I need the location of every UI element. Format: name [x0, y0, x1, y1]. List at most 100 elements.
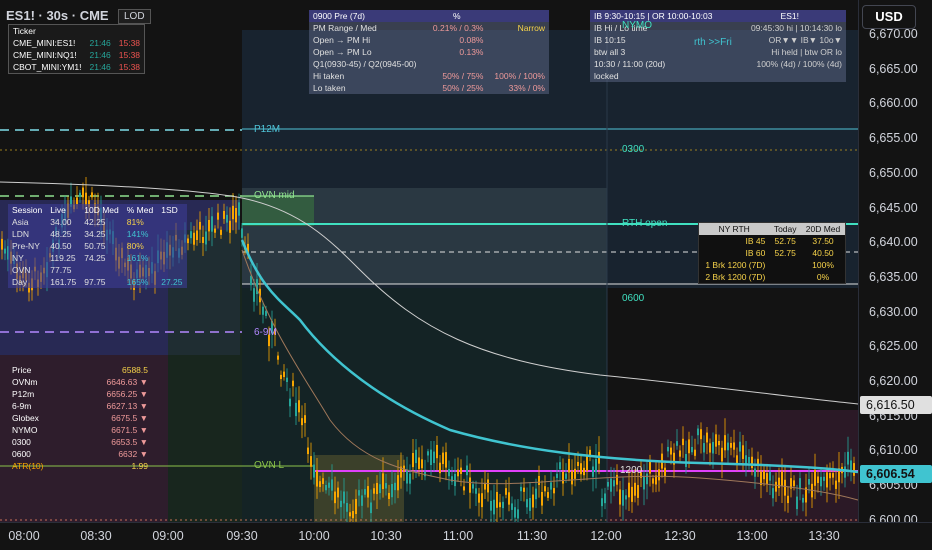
candle-body	[535, 488, 537, 500]
session-row: Asia 34.00 42.25 81%	[8, 216, 187, 228]
rth-cell: 1 Brk 1200 (7D)	[705, 260, 766, 270]
lod-label[interactable]: LOD	[118, 9, 151, 24]
candle-body	[502, 501, 504, 509]
ib-header: ES1!	[780, 11, 799, 21]
candle-body	[697, 428, 699, 436]
candle-body	[322, 478, 324, 484]
level-row: Globex 6675.5 ▼	[8, 412, 152, 424]
session-cell: 50.75	[84, 241, 106, 251]
pre-header: 0900 Pre (7d)	[313, 11, 365, 21]
candle-body	[208, 220, 210, 232]
candle-body	[766, 473, 768, 485]
rth-cell: 2 Brk 1200 (7D)	[705, 272, 766, 282]
candle-body	[571, 471, 573, 485]
session-cell: 80%	[126, 241, 144, 251]
premarket-table: 0900 Pre (7d)% PM Range / Med 0.21% / 0.3…	[309, 10, 549, 94]
candle-body	[802, 497, 804, 503]
candle-body	[385, 483, 387, 489]
candle-body	[646, 473, 648, 485]
level-value: 6632 ▼	[118, 449, 148, 459]
candle-body	[217, 212, 219, 220]
session-row: LDN 48.25 34.25 141%	[8, 228, 187, 240]
price-axis[interactable]: 6,670.00 6,665.00 6,660.00 6,655.00 6,650.00…	[858, 0, 932, 527]
candle-body	[733, 442, 735, 450]
candle-body	[493, 499, 495, 515]
candle-body	[328, 482, 330, 488]
rth-header: Today	[773, 224, 797, 234]
candle-body	[238, 202, 240, 216]
candle-body	[658, 469, 660, 481]
candle-body	[499, 502, 501, 508]
ib-row: 10:30 / 11:00 (20d) 100% (4d) / 100% (4d)	[590, 58, 846, 70]
candle-body	[520, 486, 522, 492]
candle-body	[4, 248, 6, 254]
candle-body	[223, 210, 225, 219]
level-row: NYMO 6671.5 ▼	[8, 424, 152, 436]
ticker-name: CME_MINI:ES1!	[13, 38, 76, 48]
time-tick-label: 09:00	[152, 529, 184, 543]
candle-body	[394, 482, 396, 491]
candle-body	[91, 192, 93, 198]
candle-body	[547, 492, 549, 498]
candle-body	[280, 374, 282, 380]
candle-body	[409, 473, 411, 484]
rth-cell: 40.50	[812, 248, 834, 258]
rth-cell: IB 45	[745, 236, 766, 246]
level-label: Globex	[12, 413, 39, 423]
candle-body	[481, 493, 483, 508]
candle-body	[505, 488, 507, 495]
candle-body	[463, 486, 465, 491]
candle-body	[454, 473, 456, 487]
level-value: 6675.5 ▼	[111, 413, 148, 423]
candle-body	[745, 455, 747, 465]
ib-value: Hi held | btw OR lo	[771, 47, 842, 57]
symbol-title[interactable]: ES1! · 30s · CME	[6, 8, 109, 23]
candle-body	[706, 432, 708, 443]
level-row: P12m 6656.25 ▼	[8, 388, 152, 400]
six-nine-label: 6-9M	[254, 327, 277, 338]
candle-body	[253, 288, 255, 302]
session-row: Pre-NY 40.50 50.75 80%	[8, 240, 187, 252]
candle-body	[637, 485, 639, 498]
afternoon-box	[607, 410, 858, 522]
level-0300-label: 0300	[622, 144, 645, 155]
candle-body	[460, 467, 462, 474]
candle-body	[349, 512, 351, 517]
candle-body	[310, 456, 312, 467]
candle-body	[763, 470, 765, 480]
candle-body	[307, 447, 309, 455]
chart-area[interactable]: ES1! · 30s · CME LOD Ticker CME_MINI:ES1!…	[0, 0, 858, 522]
candle-body	[712, 441, 714, 454]
candle-body	[490, 500, 492, 511]
price-tick-label: 6,655.00	[869, 131, 918, 146]
candle-body	[517, 509, 519, 519]
candle-body	[352, 511, 354, 519]
level-value: 6653.5 ▼	[111, 437, 148, 447]
candle-body	[826, 472, 828, 488]
candle-body	[829, 473, 831, 479]
candle-body	[436, 444, 438, 459]
rth-row: 2 Brk 1200 (7D) 0%	[699, 271, 846, 284]
rth-row: IB 45 52.75 37.50	[699, 235, 846, 247]
table-cell	[115, 25, 145, 38]
session-cell: 48.25	[50, 229, 72, 239]
currency-button[interactable]: USD	[862, 5, 916, 29]
ticker-header: Ticker	[13, 26, 36, 36]
candle-body	[778, 477, 780, 488]
candle-body	[211, 216, 213, 232]
candle-body	[313, 464, 315, 478]
level-value: 6671.5 ▼	[111, 425, 148, 435]
candle-body	[421, 459, 423, 469]
time-axis[interactable]: 08:00 08:30 09:00 09:30 10:00 10:30 11:00 11:30…	[0, 522, 932, 550]
candle-body	[730, 442, 732, 448]
session-header: Session	[12, 205, 43, 215]
nymo-label: NYMO	[622, 20, 652, 31]
price-tick-label: 6,640.00	[869, 235, 918, 250]
candle-body	[796, 496, 798, 510]
ib-label: IB Hi / Lo time	[594, 23, 648, 33]
candle-body	[397, 475, 399, 491]
candle-body	[568, 458, 570, 473]
candle-body	[613, 480, 615, 487]
candle-body	[823, 476, 825, 481]
session-cell: 97.75	[84, 277, 106, 287]
